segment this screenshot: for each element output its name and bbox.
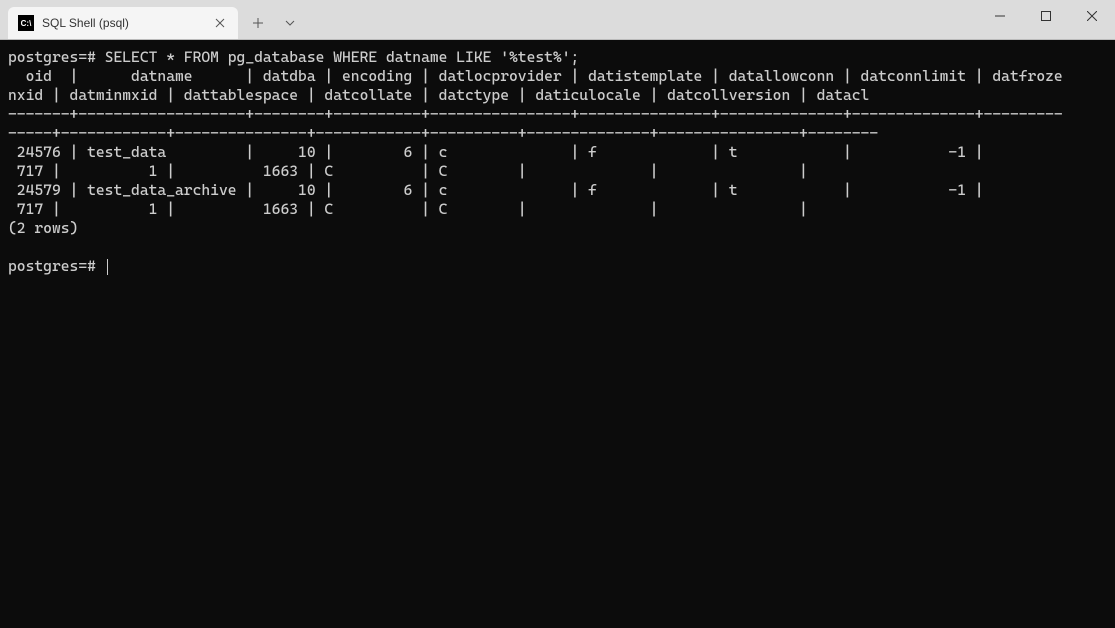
- table-row: 717 | 1 | 1663 | C | C | | |: [8, 200, 808, 218]
- cursor: [107, 259, 108, 275]
- tab-title: SQL Shell (psql): [42, 16, 204, 30]
- tab-close-button[interactable]: [212, 15, 228, 31]
- maximize-button[interactable]: [1023, 0, 1069, 32]
- columns-header-line1: oid | datname | datdba | encoding | datl…: [8, 67, 1063, 85]
- separator-line1: -------+-------------------+--------+---…: [8, 105, 1063, 123]
- sql-command: SELECT * FROM pg_database WHERE datname …: [105, 48, 580, 66]
- terminal-icon: C:\: [18, 15, 34, 31]
- tab-dropdown-button[interactable]: [276, 9, 304, 37]
- minimize-button[interactable]: [977, 0, 1023, 32]
- new-tab-button[interactable]: [244, 9, 272, 37]
- chevron-down-icon: [285, 20, 295, 26]
- prompt: postgres=#: [8, 257, 105, 275]
- close-window-button[interactable]: [1069, 0, 1115, 32]
- row-count: (2 rows): [8, 219, 78, 237]
- tab-actions: [244, 7, 304, 39]
- plus-icon: [252, 17, 264, 29]
- separator-line2: -----+------------+---------------+-----…: [8, 124, 878, 142]
- table-row: 24576 | test_data | 10 | 6 | c | f | t |…: [8, 143, 984, 161]
- titlebar: C:\ SQL Shell (psql): [0, 0, 1115, 40]
- table-row: 24579 | test_data_archive | 10 | 6 | c |…: [8, 181, 984, 199]
- close-icon: [215, 18, 225, 28]
- maximize-icon: [1041, 11, 1051, 21]
- terminal-output[interactable]: postgres=# SELECT * FROM pg_database WHE…: [0, 40, 1115, 628]
- table-row: 717 | 1 | 1663 | C | C | | |: [8, 162, 808, 180]
- close-icon: [1087, 11, 1097, 21]
- columns-header-line2: nxid | datminmxid | dattablespace | datc…: [8, 86, 869, 104]
- window-controls: [977, 0, 1115, 32]
- tab-sql-shell[interactable]: C:\ SQL Shell (psql): [8, 7, 238, 39]
- minimize-icon: [995, 11, 1005, 21]
- prompt: postgres=#: [8, 48, 96, 66]
